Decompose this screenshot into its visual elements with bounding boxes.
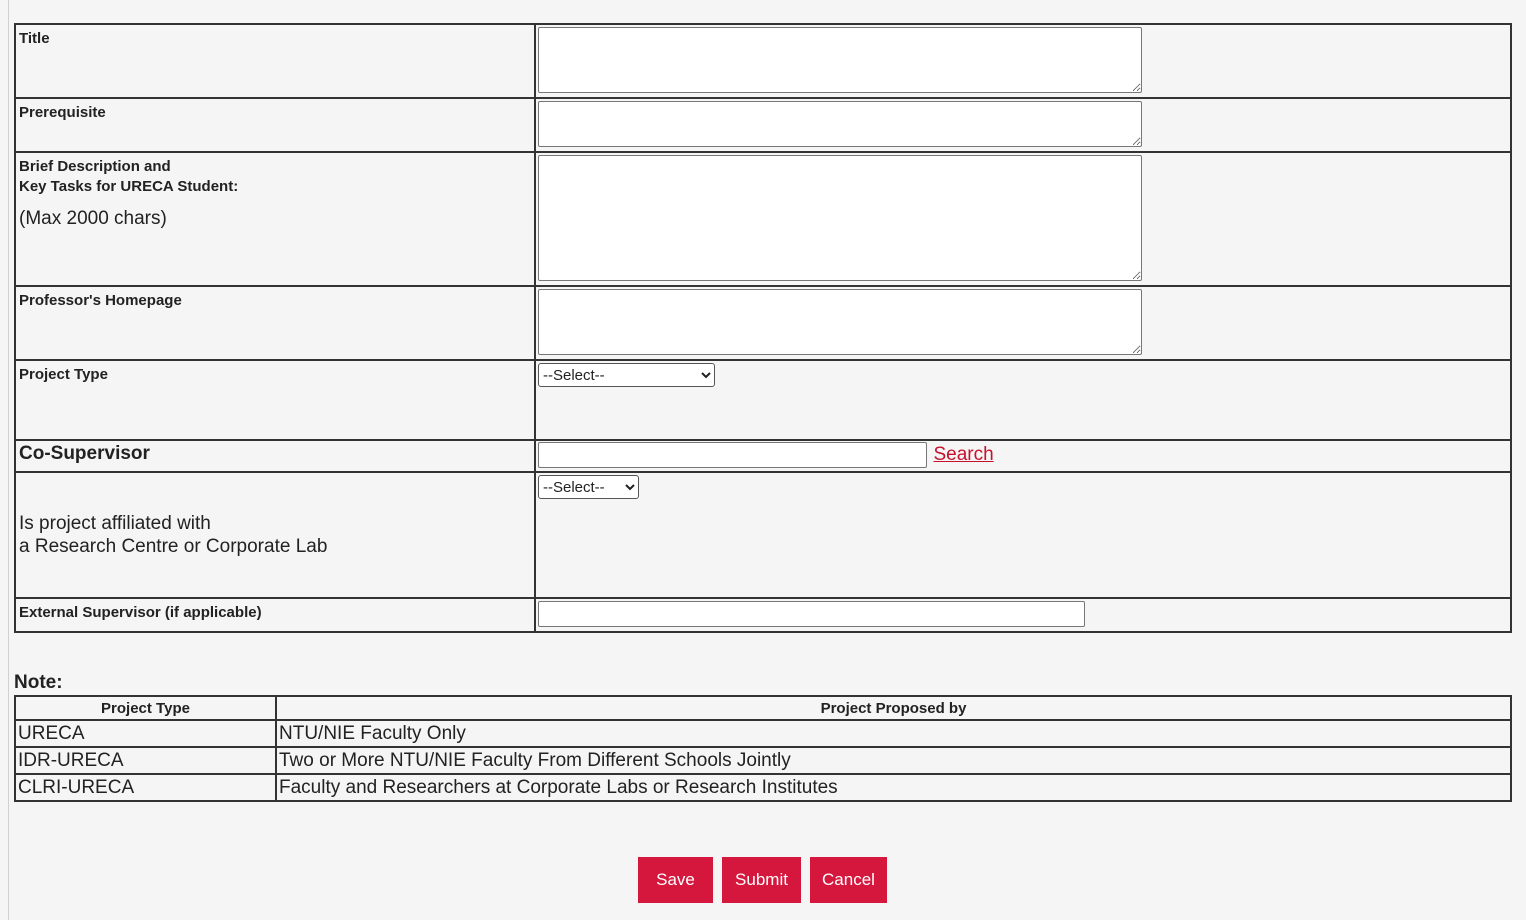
note-cell-proposer: Faculty and Researchers at Corporate Lab… xyxy=(275,773,1512,802)
external-supervisor-input[interactable] xyxy=(538,601,1085,627)
description-label-line1: Brief Description and xyxy=(19,158,171,175)
prerequisite-label: Prerequisite xyxy=(14,97,536,153)
title-label: Title xyxy=(14,23,536,99)
table-row: URECA NTU/NIE Faculty Only xyxy=(14,719,1512,748)
description-label-line2: Key Tasks for URECA Student: xyxy=(19,178,239,195)
project-type-row: Project Type --Select-- xyxy=(14,359,1512,441)
affiliated-label: Is project affiliated with a Research Ce… xyxy=(14,471,536,599)
table-row: IDR-URECA Two or More NTU/NIE Faculty Fr… xyxy=(14,746,1512,775)
page-left-border xyxy=(8,0,9,920)
form-actions: Save Submit Cancel xyxy=(638,857,887,903)
search-link[interactable]: Search xyxy=(933,444,993,465)
affiliated-label-line1: Is project affiliated with xyxy=(19,513,211,534)
description-hint: (Max 2000 chars) xyxy=(19,208,167,229)
note-header-row: Project Type Project Proposed by xyxy=(14,695,1512,721)
note-cell-type: CLRI-URECA xyxy=(14,773,277,802)
co-supervisor-label: Co-Supervisor xyxy=(14,439,536,473)
co-supervisor-row: Co-Supervisor Search xyxy=(14,439,1512,473)
cancel-button[interactable]: Cancel xyxy=(810,857,887,903)
project-type-select[interactable]: --Select-- xyxy=(538,363,715,387)
external-supervisor-field-cell xyxy=(534,597,1512,633)
homepage-field-cell xyxy=(534,285,1512,361)
description-row: Brief Description and Key Tasks for UREC… xyxy=(14,151,1512,287)
project-type-label: Project Type xyxy=(14,359,536,441)
title-field-cell xyxy=(534,23,1512,99)
title-textarea[interactable] xyxy=(538,27,1142,93)
note-cell-type: IDR-URECA xyxy=(14,746,277,775)
co-supervisor-field-cell: Search xyxy=(534,439,1512,473)
table-row: CLRI-URECA Faculty and Researchers at Co… xyxy=(14,773,1512,802)
note-cell-proposer: NTU/NIE Faculty Only xyxy=(275,719,1512,748)
submit-button[interactable]: Submit xyxy=(722,857,801,903)
homepage-row: Professor's Homepage xyxy=(14,285,1512,361)
note-header-proposed-by: Project Proposed by xyxy=(275,695,1512,721)
prerequisite-textarea[interactable] xyxy=(538,101,1142,147)
homepage-label: Professor's Homepage xyxy=(14,285,536,361)
note-table: Project Type Project Proposed by URECA N… xyxy=(14,695,1512,802)
affiliated-row: Is project affiliated with a Research Ce… xyxy=(14,471,1512,599)
project-form-table: Title Prerequisite Brief Description and… xyxy=(14,23,1512,633)
description-field-cell xyxy=(534,151,1512,287)
affiliated-label-line2: a Research Centre or Corporate Lab xyxy=(19,536,328,557)
homepage-textarea[interactable] xyxy=(538,289,1142,355)
note-cell-type: URECA xyxy=(14,719,277,748)
external-supervisor-label: External Supervisor (if applicable) xyxy=(14,597,536,633)
description-textarea[interactable] xyxy=(538,155,1142,281)
external-supervisor-row: External Supervisor (if applicable) xyxy=(14,597,1512,633)
description-label: Brief Description and Key Tasks for UREC… xyxy=(14,151,536,287)
project-type-field-cell: --Select-- xyxy=(534,359,1512,441)
note-cell-proposer: Two or More NTU/NIE Faculty From Differe… xyxy=(275,746,1512,775)
affiliated-select[interactable]: --Select-- xyxy=(538,475,639,499)
co-supervisor-input[interactable] xyxy=(538,442,927,468)
note-header-project-type: Project Type xyxy=(14,695,277,721)
note-title: Note: xyxy=(14,672,63,693)
affiliated-field-cell: --Select-- xyxy=(534,471,1512,599)
prerequisite-row: Prerequisite xyxy=(14,97,1512,153)
prerequisite-field-cell xyxy=(534,97,1512,153)
save-button[interactable]: Save xyxy=(638,857,713,903)
title-row: Title xyxy=(14,23,1512,99)
